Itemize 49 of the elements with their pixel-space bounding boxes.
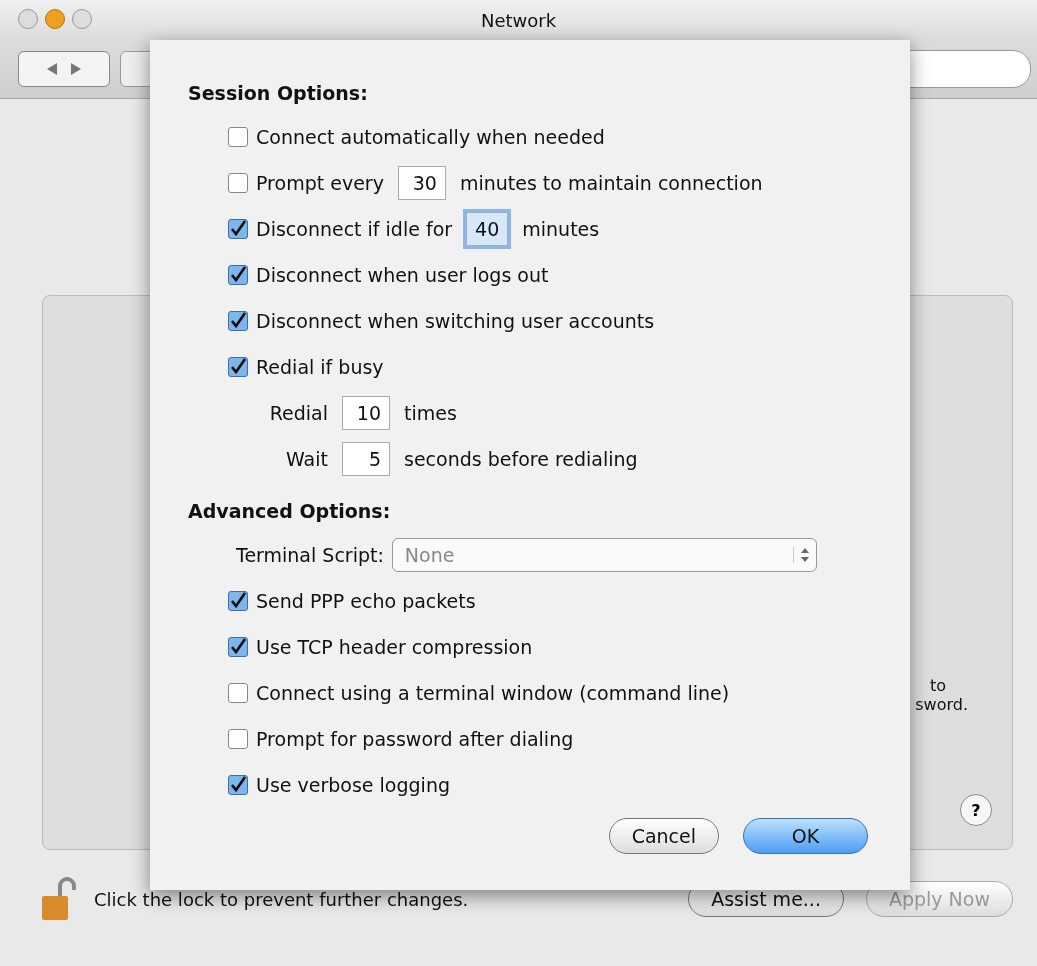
option-label: Redial if busy (256, 356, 384, 378)
option-label: Prompt every (256, 172, 384, 194)
checkbox[interactable] (228, 637, 248, 657)
unit-label: times (404, 402, 457, 424)
option-label: Prompt for password after dialing (256, 728, 574, 750)
description-text: to (929, 676, 946, 695)
section-heading: Session Options: (188, 81, 369, 106)
option-label: Disconnect if idle for (256, 218, 453, 240)
checkbox[interactable] (228, 357, 248, 377)
option-label: Send PPP echo packets (256, 590, 476, 612)
checkbox[interactable] (228, 683, 248, 703)
up-down-arrows-icon (799, 547, 810, 563)
minimize-button[interactable] (45, 9, 65, 29)
checkbox[interactable] (228, 219, 248, 239)
unit-label: minutes to maintain connection (459, 172, 763, 194)
window-title: Network (480, 9, 557, 31)
popup-label: Terminal Script: (236, 544, 384, 566)
field-label: Redial (268, 402, 328, 424)
number-field[interactable]: 30 (397, 166, 446, 200)
help-button[interactable]: ? (960, 794, 992, 826)
checkbox[interactable] (228, 173, 248, 193)
option-label: Use verbose logging (256, 774, 450, 796)
option-label: Connect using a terminal window (command line) (256, 682, 730, 704)
close-button[interactable] (18, 9, 38, 29)
unit-label: minutes (522, 218, 600, 240)
section-heading: Advanced Options: (188, 499, 392, 524)
ok-button[interactable]: OK (743, 818, 868, 854)
back-forward-arrows-icon (47, 63, 81, 75)
cancel-button[interactable]: Cancel (608, 818, 719, 854)
number-field[interactable]: 40 (466, 212, 509, 246)
checkbox[interactable] (228, 265, 248, 285)
checkbox[interactable] (228, 591, 248, 611)
unit-label: seconds before redialing (404, 448, 638, 470)
field-label: Wait (285, 448, 328, 470)
back-forward-button[interactable] (18, 51, 110, 87)
option-label: Disconnect when switching user accounts (256, 310, 655, 332)
lock-message: Click the lock to prevent further changes. (94, 888, 469, 910)
checkbox[interactable] (228, 311, 248, 331)
number-field[interactable]: 5 (342, 442, 390, 476)
option-label: Disconnect when user logs out (256, 264, 549, 286)
checkbox[interactable] (228, 729, 248, 749)
checkbox[interactable] (228, 775, 248, 795)
zoom-button[interactable] (72, 9, 92, 29)
checkbox[interactable] (228, 127, 248, 147)
description-text: sword. (915, 695, 968, 714)
padlock-icon[interactable] (40, 876, 76, 922)
option-label: Use TCP header compression (256, 636, 533, 658)
number-field[interactable]: 10 (342, 396, 390, 430)
option-label: Connect automatically when needed (256, 126, 605, 148)
